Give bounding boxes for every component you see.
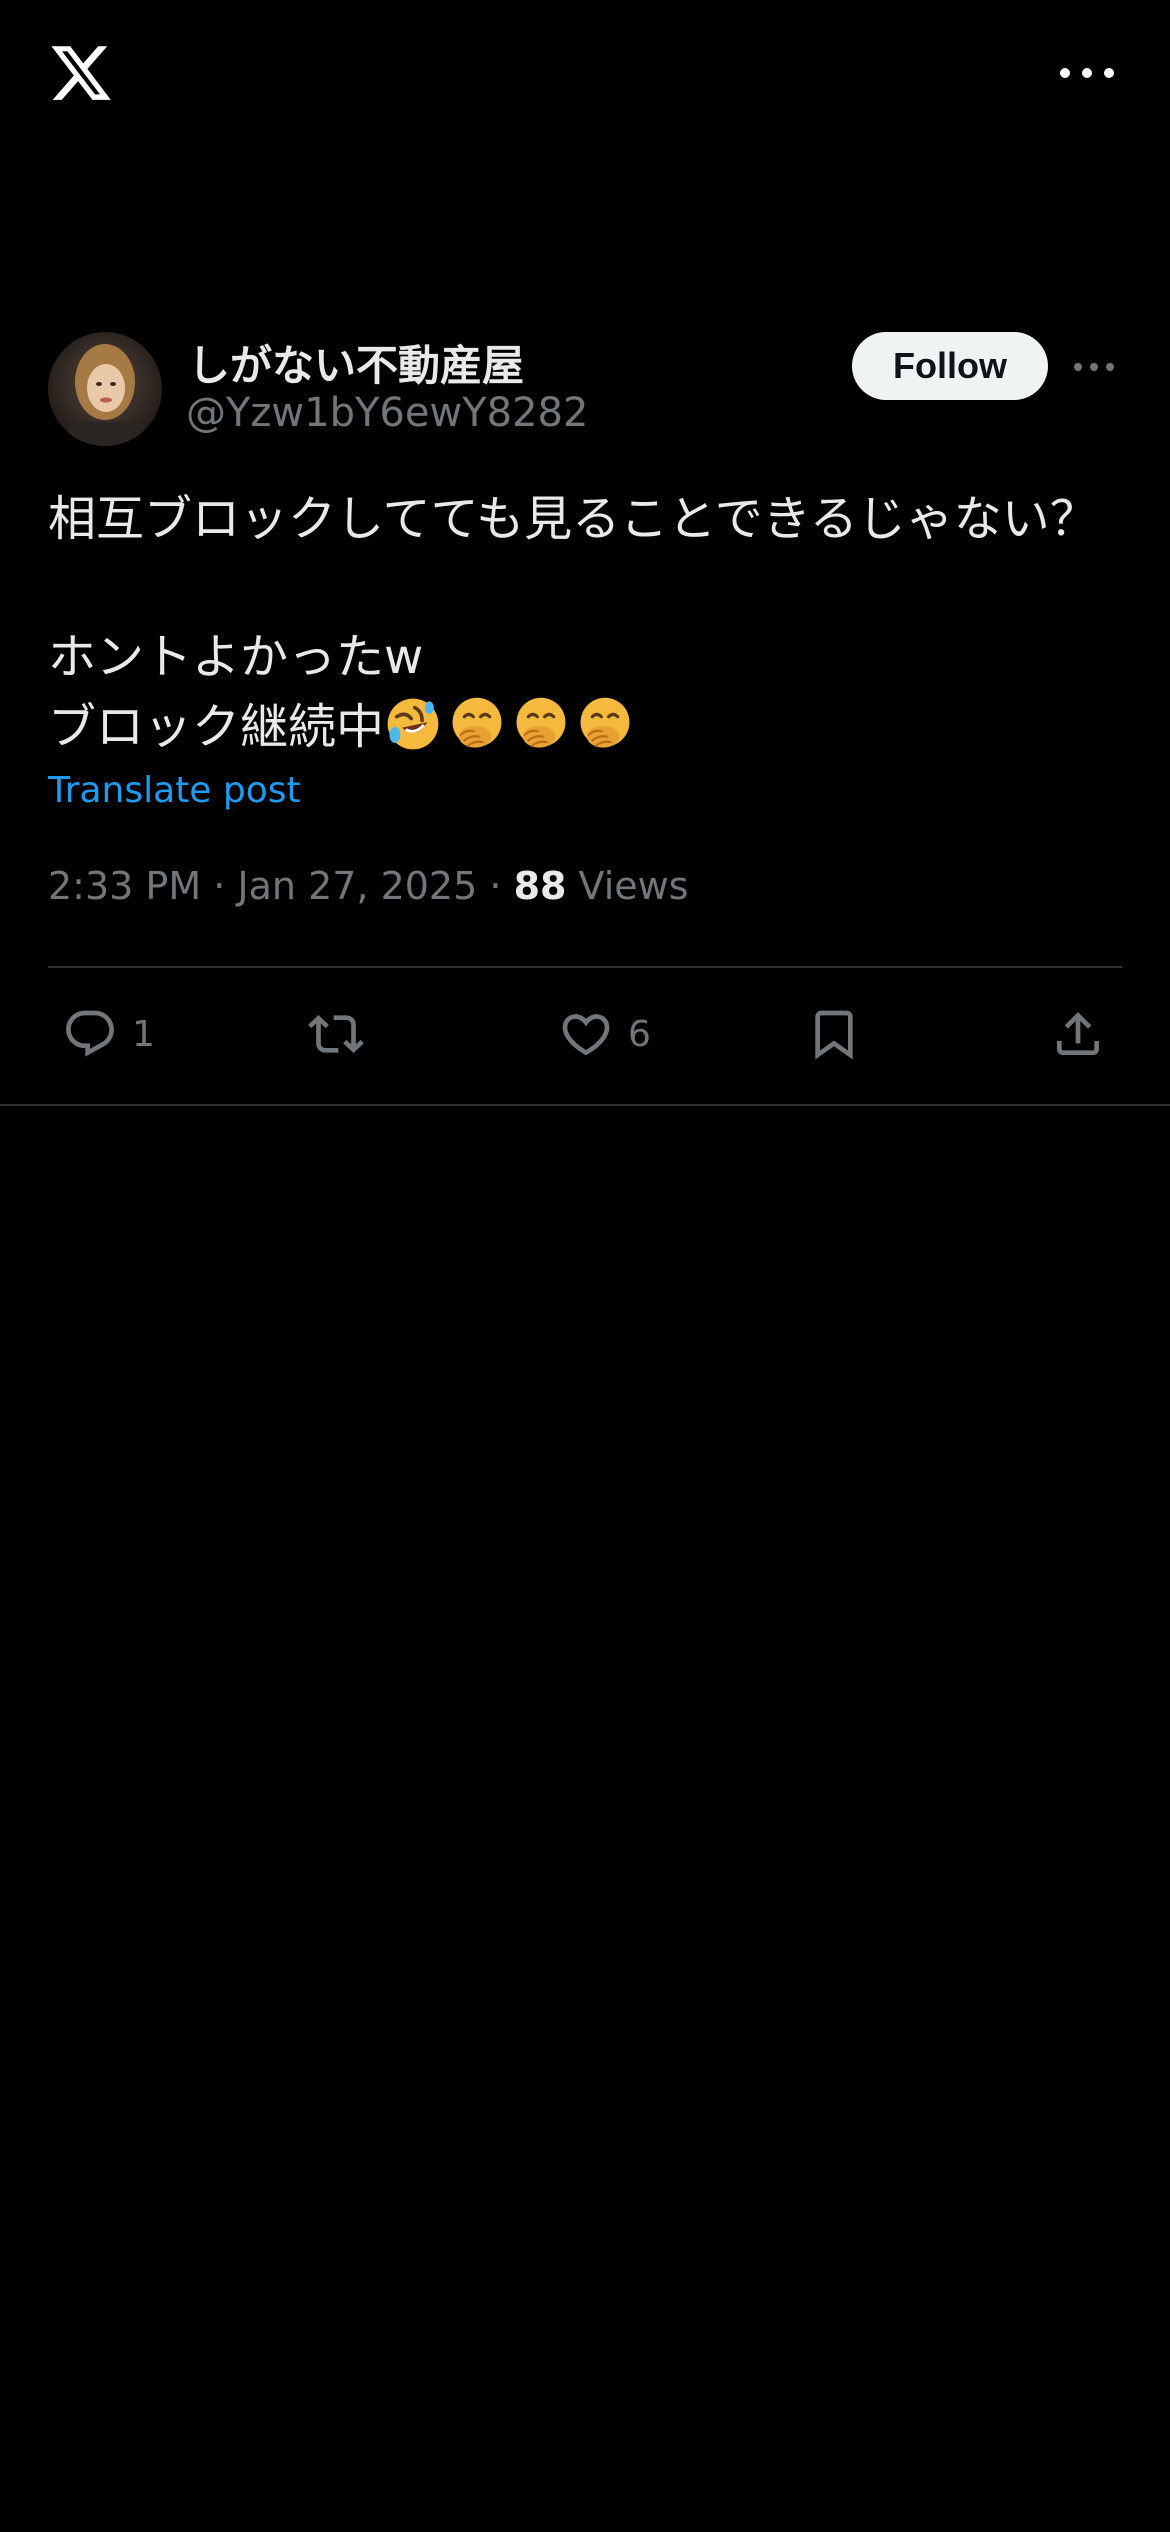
post-meta: 2:33 PM · Jan 27, 2025 · 88 Views xyxy=(48,864,689,908)
post-line: ブロック継続中 xyxy=(48,692,1128,762)
post-line: ホントよかったw xyxy=(48,629,424,685)
like-count: 6 xyxy=(628,1013,651,1055)
meta-separator: · xyxy=(213,864,226,908)
repost-button[interactable] xyxy=(308,1004,364,1064)
rolling-on-floor-laughing-emoji xyxy=(387,698,439,750)
x-logo-icon[interactable] xyxy=(48,40,114,106)
post-line-text: ブロック継続中 xyxy=(48,699,385,755)
avatar[interactable] xyxy=(48,332,162,446)
face-with-hand-over-mouth-emoji xyxy=(580,697,630,748)
post-date[interactable]: Jan 27, 2025 xyxy=(237,864,477,908)
bookmark-icon xyxy=(815,1010,853,1060)
face-with-hand-over-mouth-emoji xyxy=(452,697,502,748)
repost-icon xyxy=(308,1015,364,1053)
share-button[interactable] xyxy=(1050,1004,1106,1064)
post-line: 相互ブロックしてても見ることできるじゃない？ xyxy=(48,491,1098,547)
author-display-name[interactable]: しがない不動産屋 xyxy=(188,332,524,393)
top-bar xyxy=(0,0,1170,150)
bookmark-button[interactable] xyxy=(806,1004,862,1064)
more-options-icon[interactable] xyxy=(1074,358,1114,376)
author-handle[interactable]: @Yzw1bY6ewY8282 xyxy=(186,390,588,436)
post-text: 相互ブロックしてても見ることできるじゃない？ ホントよかったw ブロック継続中 xyxy=(48,484,1128,762)
reply-button[interactable]: 1 xyxy=(62,1004,155,1064)
post-time[interactable]: 2:33 PM xyxy=(48,864,201,908)
action-bar: 1 6 xyxy=(0,968,1170,1104)
like-button[interactable]: 6 xyxy=(558,1004,651,1064)
meta-separator: · xyxy=(489,864,502,908)
face-with-hand-over-mouth-emoji xyxy=(516,697,566,748)
reply-count: 1 xyxy=(132,1013,155,1055)
views-label[interactable]: Views xyxy=(579,864,689,908)
translate-post-link[interactable]: Translate post xyxy=(48,770,301,811)
share-icon xyxy=(1057,1012,1099,1055)
more-options-icon[interactable] xyxy=(1060,56,1114,90)
post-author: しがない不動産屋 @Yzw1bY6ewY8282 Follow xyxy=(48,332,1122,448)
views-count[interactable]: 88 xyxy=(514,864,567,908)
heart-icon xyxy=(562,1014,610,1056)
divider xyxy=(0,1104,1170,1106)
reply-icon xyxy=(66,1010,114,1057)
follow-button[interactable]: Follow xyxy=(852,332,1048,400)
